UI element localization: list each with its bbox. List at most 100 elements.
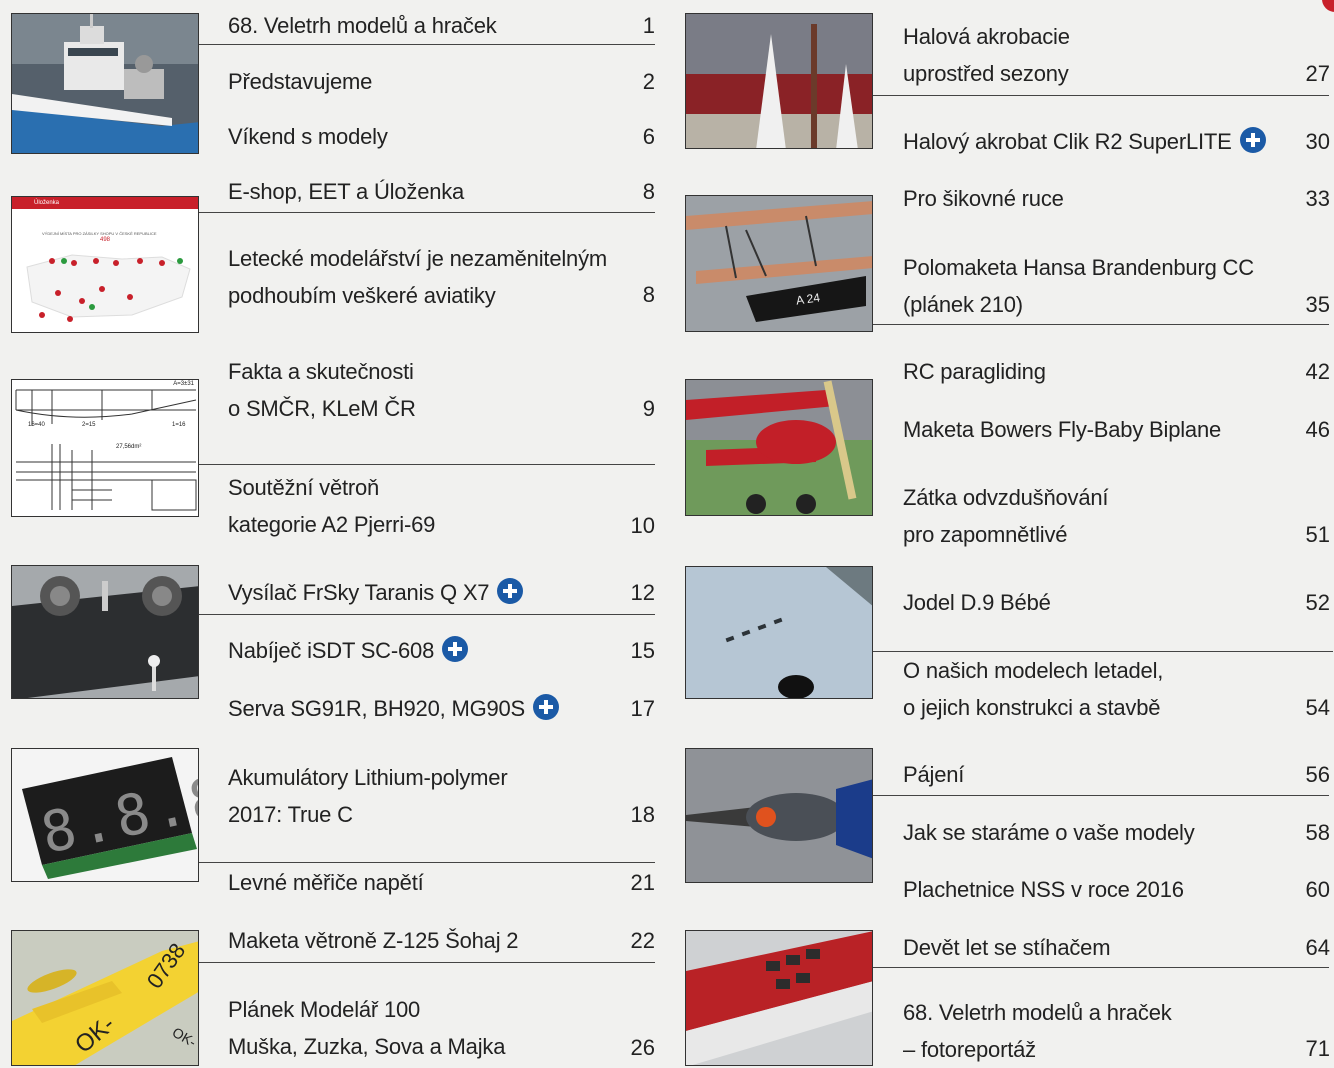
entry-title-line-2: o SMČR, KLeM ČR — [228, 396, 416, 421]
toc-entry[interactable]: Letecké modelářství je nezaměnitelným po… — [228, 240, 607, 314]
ship-illustration — [12, 14, 198, 153]
entry-title-line-2: kategorie A2 Pjerri-69 — [228, 512, 436, 537]
divider — [199, 44, 655, 45]
entry-page: 8 — [642, 282, 655, 307]
entry-title-line-1: Letecké modelářství je nezaměnitelným — [228, 246, 608, 271]
thumb-voltmeter: 8.8.8. — [11, 748, 199, 882]
entry-page: 9 — [642, 396, 655, 421]
toc-entry[interactable]: Plánek Modelář 100 Muška, Zuzka, Sova a … — [228, 991, 505, 1065]
thumb-flybaby-biplane — [685, 379, 873, 516]
divider — [199, 614, 655, 615]
toc-entry[interactable]: Vysílač FrSky Taranis Q X7 — [228, 574, 524, 611]
transmitter-illustration — [12, 566, 198, 698]
jodel-illustration — [686, 567, 872, 698]
entry-title: Serva SG91R, BH920, MG90S — [228, 690, 560, 727]
entry-title-line-2: 2017: True C — [228, 802, 353, 827]
divider — [873, 967, 1329, 968]
entry-title: Pro šikovné ruce — [903, 186, 1064, 211]
entry-page: 33 — [1305, 186, 1330, 211]
entry-title-line-1: Fakta a skutečnosti — [228, 359, 414, 384]
toc-entry[interactable]: Zátka odvzdušňování pro zapomnětlivé — [903, 479, 1109, 553]
corner-marker — [1322, 0, 1334, 12]
plus-icon — [497, 578, 524, 604]
thumb-hansa-biplane: A 24 — [685, 195, 873, 332]
divider — [873, 324, 1329, 325]
entry-title-line-2: (plánek 210) — [903, 292, 1023, 317]
entry-page: 12 — [630, 580, 655, 605]
entry-title-line-2: Muška, Zuzka, Sova a Majka — [228, 1034, 506, 1059]
toc-entry[interactable]: Akumulátory Lithium-polymer 2017: True C — [228, 759, 508, 833]
entry-title-line-2: uprostřed sezony — [903, 61, 1069, 86]
toc-entry[interactable]: Maketa větroně Z-125 Šohaj 2 — [228, 922, 519, 959]
toc-entry[interactable]: Jodel D.9 Bébé — [903, 584, 1051, 621]
entry-page: 10 — [630, 513, 655, 538]
entry-title: Pájení — [903, 762, 965, 787]
entry-page: 64 — [1305, 935, 1330, 960]
entry-title: Devět let se stíhačem — [903, 935, 1111, 960]
entry-title-line-2: pro zapomnětlivé — [903, 522, 1068, 547]
entry-title: E-shop, EET a Úloženka — [228, 179, 465, 204]
toc-entry[interactable]: RC paragliding — [903, 353, 1046, 390]
toc-entry[interactable]: Levné měřiče napětí — [228, 864, 424, 901]
entry-page: 2 — [642, 69, 655, 94]
toc-entry[interactable]: Víkend s modely — [228, 118, 388, 155]
toc-entry[interactable]: O našich modelech letadel, o jejich kons… — [903, 652, 1163, 726]
entry-title-line-2: o jejich konstrukci a stavbě — [903, 695, 1161, 720]
toc-entry[interactable]: Pájení — [903, 756, 964, 793]
entry-title: 68. Veletrh modelů a hraček — [228, 13, 497, 38]
entry-page: 22 — [630, 928, 655, 953]
toc-entry[interactable]: E-shop, EET a Úloženka — [228, 173, 464, 210]
plus-icon — [442, 636, 469, 662]
thumb-glider: 0738 OK- OK- — [11, 930, 199, 1066]
entry-title: Plachetnice NSS v roce 2016 — [903, 877, 1184, 902]
entry-page: 30 — [1305, 129, 1330, 154]
thumb-transmitter — [11, 565, 199, 699]
divider — [199, 212, 655, 213]
toc-entry[interactable]: Pro šikovné ruce — [903, 180, 1064, 217]
entry-title: Jak se staráme o vaše modely — [903, 820, 1195, 845]
entry-page: 52 — [1305, 590, 1330, 615]
entry-page: 58 — [1305, 820, 1330, 845]
entry-page: 15 — [630, 638, 655, 663]
plus-icon — [533, 694, 560, 720]
entry-page: 51 — [1305, 522, 1330, 547]
entry-title-line-1: 68. Veletrh modelů a hraček — [903, 1000, 1172, 1025]
entry-title-line-1: Akumulátory Lithium-polymer — [228, 765, 508, 790]
thumb-ship-model — [11, 13, 199, 154]
toc-entry[interactable]: Jak se staráme o vaše modely — [903, 814, 1195, 851]
entry-title: Vysílač FrSky Taranis Q X7 — [228, 574, 524, 611]
toc-entry[interactable]: Soutěžní větroň kategorie A2 Pjerri-69 — [228, 469, 435, 543]
toc-entry[interactable]: Představujeme — [228, 63, 372, 100]
entry-page: 46 — [1305, 417, 1330, 442]
divider — [199, 962, 655, 963]
hall-illustration — [686, 14, 872, 148]
entry-title-line-1: Polomaketa Hansa Brandenburg CC — [903, 255, 1254, 280]
thumb-hall-aerobatics — [685, 13, 873, 149]
veletrh-ship-illustration — [686, 931, 872, 1065]
toc-entry[interactable]: Polomaketa Hansa Brandenburg CC (plánek … — [903, 249, 1254, 323]
plus-icon — [1239, 127, 1266, 153]
table-of-contents: Úloženka VÝDEJNÍ MÍSTA PRO ZÁSILKY SHOPU… — [0, 0, 1334, 1068]
thumb-soldering-iron — [685, 748, 873, 883]
entry-title: Maketa Bowers Fly-Baby Biplane — [903, 417, 1222, 442]
toc-entry[interactable]: Maketa Bowers Fly-Baby Biplane — [903, 411, 1221, 448]
toc-entry[interactable]: Fakta a skutečnosti o SMČR, KLeM ČR — [228, 353, 416, 427]
entry-title-line-1: Halová akrobacie — [903, 24, 1070, 49]
toc-entry[interactable]: Halová akrobacie uprostřed sezony — [903, 18, 1070, 92]
toc-entry[interactable]: Serva SG91R, BH920, MG90S — [228, 690, 560, 727]
entry-title-line-1: Zátka odvzdušňování — [903, 485, 1109, 510]
entry-page: 54 — [1305, 695, 1330, 720]
entry-title: Halový akrobat Clik R2 SuperLITE — [903, 123, 1266, 160]
toc-entry[interactable]: 68. Veletrh modelů a hraček — [228, 7, 497, 44]
toc-entry[interactable]: 68. Veletrh modelů a hraček – fotoreport… — [903, 994, 1172, 1068]
thumb-jodel — [685, 566, 873, 699]
toc-entry[interactable]: Halový akrobat Clik R2 SuperLITE — [903, 123, 1266, 160]
thumb-veletrh-ship — [685, 930, 873, 1066]
toc-entry[interactable]: Devět let se stíhačem — [903, 929, 1111, 966]
toc-entry[interactable]: Nabíječ iSDT SC-608 — [228, 632, 469, 669]
entry-title-line-2: – fotoreportáž — [903, 1037, 1036, 1062]
thumb-eshop-map: Úloženka VÝDEJNÍ MÍSTA PRO ZÁSILKY SHOPU… — [11, 196, 199, 333]
entry-page: 6 — [642, 124, 655, 149]
plan-drawing — [15, 389, 197, 511]
toc-entry[interactable]: Plachetnice NSS v roce 2016 — [903, 871, 1184, 908]
